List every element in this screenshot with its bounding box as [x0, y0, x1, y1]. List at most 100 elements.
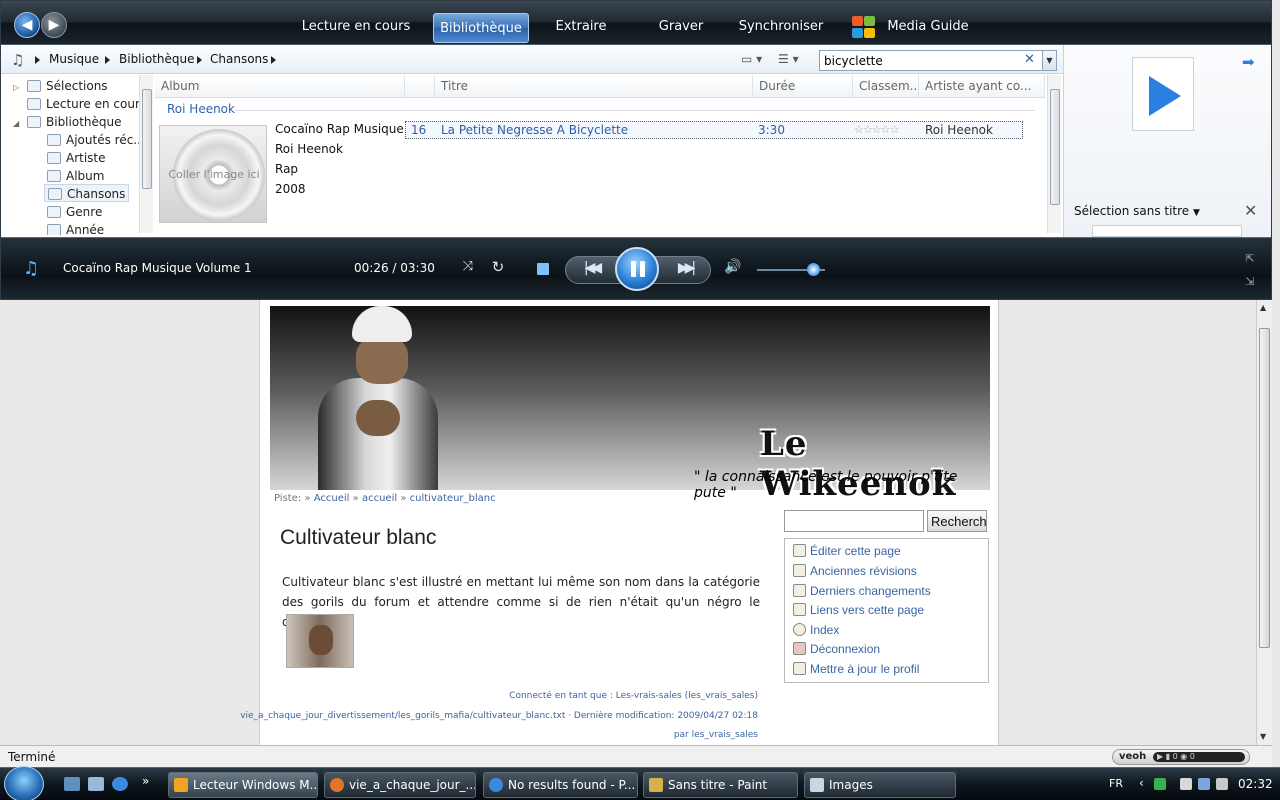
tree-item-now-playing[interactable]: Lecture en cours	[27, 95, 139, 113]
column-track-number[interactable]	[405, 75, 435, 98]
chevron-right-icon[interactable]	[35, 56, 40, 64]
tool-update-profile[interactable]: Mettre à jour le profil	[793, 662, 919, 676]
forward-button[interactable]: ▶	[41, 12, 67, 38]
tree-item-album[interactable]: Album	[47, 167, 104, 185]
article-image[interactable]	[286, 614, 354, 668]
tree-item-genre[interactable]: Genre	[47, 203, 102, 221]
tool-backlinks[interactable]: Liens vers cette page	[793, 603, 924, 617]
rating-stars-icon[interactable]: ☆☆☆☆☆	[854, 123, 899, 136]
wiki-search-input[interactable]	[784, 510, 924, 532]
tree-item-recently-added[interactable]: Ajoutés réc...	[47, 131, 139, 149]
media-player-icon	[174, 778, 188, 792]
trail-link-accueil[interactable]: accueil	[362, 493, 397, 504]
column-contributing-artist[interactable]: Artiste ayant co...	[919, 75, 1045, 98]
language-indicator[interactable]: FR	[1109, 777, 1123, 790]
tray-app-icon[interactable]	[1154, 778, 1166, 790]
search-button[interactable]: Rechercher	[927, 510, 987, 532]
trail-link-home[interactable]: Accueil	[314, 493, 350, 504]
tree-item-songs[interactable]: Chansons	[44, 184, 130, 202]
task-firefox[interactable]: vie_a_chaque_jour_...	[324, 772, 476, 798]
tab-media-guide[interactable]: Media Guide	[847, 12, 977, 42]
column-duration[interactable]: Durée	[753, 75, 853, 98]
switch-to-skin-icon[interactable]: ⇱	[1243, 252, 1257, 265]
tool-edit-page[interactable]: Éditer cette page	[793, 544, 901, 558]
search-dropdown-icon[interactable]: ▼	[1042, 51, 1056, 70]
clock[interactable]: 02:32	[1238, 777, 1273, 791]
chevron-double-right-icon[interactable]: »	[142, 774, 158, 788]
now-playing-art[interactable]	[1132, 57, 1194, 131]
breadcrumb-music[interactable]: Musique	[49, 52, 99, 66]
chevron-right-icon[interactable]	[105, 56, 110, 64]
back-button[interactable]: ◀	[14, 12, 40, 38]
view-list-icon[interactable]: ☰ ▾	[778, 52, 799, 66]
tab-library[interactable]: Bibliothèque	[433, 13, 529, 43]
breadcrumb-songs[interactable]: Chansons	[210, 52, 268, 66]
column-title[interactable]: Titre	[435, 75, 753, 98]
switch-windows-icon[interactable]	[88, 777, 104, 791]
song-list-scrollbar[interactable]	[1047, 75, 1061, 233]
tool-recent-changes[interactable]: Derniers changements	[793, 584, 931, 598]
table-row[interactable]: 16 La Petite Negresse A Bicyclette 3:30 …	[405, 121, 1023, 139]
album-art-placeholder[interactable]: Coller l'image ici	[159, 125, 267, 223]
album-group-header[interactable]: Roi Heenok	[167, 102, 235, 116]
volume-slider-handle[interactable]	[807, 263, 820, 276]
clear-search-icon[interactable]: ✕	[1024, 52, 1038, 67]
task-internet-explorer[interactable]: No results found - P...	[483, 772, 638, 798]
tree-item-playlists[interactable]: ▷ Sélections	[13, 77, 108, 95]
tool-old-revisions[interactable]: Anciennes révisions	[793, 564, 917, 578]
show-desktop-icon[interactable]	[64, 777, 80, 791]
previous-icon[interactable]: |◀◀	[577, 260, 605, 276]
chevron-down-icon[interactable]: ▼	[1193, 208, 1200, 218]
page-scrollbar[interactable]: ▲ ▼	[1256, 300, 1272, 745]
next-icon[interactable]: ▶▶|	[671, 260, 699, 276]
volume-icon[interactable]	[1216, 778, 1228, 790]
task-paint[interactable]: Sans titre - Paint	[643, 772, 798, 798]
pause-button[interactable]	[615, 247, 659, 291]
mini-mode-icon[interactable]: ⇲	[1243, 275, 1257, 288]
network-icon[interactable]	[1198, 778, 1210, 790]
view-options[interactable]: ▭ ▾ ☰ ▾	[741, 52, 813, 68]
close-pane-icon[interactable]: ✕	[1244, 201, 1257, 220]
expand-icon[interactable]: ▷	[13, 79, 23, 97]
playback-time[interactable]: 00:26 / 03:30	[354, 261, 435, 275]
veoh-toolbar[interactable]: veoh ▶ ▮ 0 ◉ 0	[1112, 749, 1250, 765]
tool-index[interactable]: Index	[793, 623, 839, 637]
chevron-right-icon[interactable]	[197, 56, 202, 64]
chevron-right-icon[interactable]	[271, 56, 276, 64]
column-rating[interactable]: Classem...	[853, 75, 919, 98]
shuffle-icon[interactable]: ⤨	[459, 259, 477, 274]
repeat-icon[interactable]: ↻	[489, 258, 507, 276]
tab-sync[interactable]: Synchroniser	[735, 12, 827, 42]
tree-scroll-thumb[interactable]	[142, 89, 152, 189]
tree-item-artist[interactable]: Artiste	[47, 149, 106, 167]
tab-rip[interactable]: Extraire	[546, 12, 616, 42]
stop-icon[interactable]	[537, 263, 549, 275]
tool-logout[interactable]: Déconnexion	[793, 642, 880, 656]
tree-item-library[interactable]: ◢ Bibliothèque	[13, 113, 122, 131]
internet-explorer-icon[interactable]	[112, 777, 128, 791]
trail-link-current[interactable]: cultivateur_blanc	[410, 493, 496, 504]
arrow-right-icon[interactable]: ➡	[1242, 53, 1255, 71]
tree-item-year[interactable]: Année	[47, 221, 104, 235]
playlist-title[interactable]: Sélection sans titre ▼	[1074, 204, 1200, 218]
search-field[interactable]: ✕ ▼	[819, 50, 1057, 71]
tab-burn[interactable]: Graver	[649, 12, 713, 42]
scroll-down-icon[interactable]: ▼	[1260, 732, 1266, 741]
page-scroll-thumb[interactable]	[1259, 328, 1270, 648]
chevron-left-icon[interactable]: ‹	[1139, 776, 1144, 790]
task-media-player[interactable]: Lecteur Windows M...	[168, 772, 318, 798]
site-banner[interactable]: Le Wikeenok " la connaissance est le pou…	[270, 306, 990, 504]
list-scroll-thumb[interactable]	[1050, 89, 1060, 205]
tree-scrollbar[interactable]	[139, 75, 153, 233]
layout-icon[interactable]: ▭ ▾	[741, 52, 762, 66]
collapse-icon[interactable]: ◢	[13, 115, 23, 133]
tab-now-playing[interactable]: Lecture en cours	[297, 12, 415, 42]
scroll-up-icon[interactable]: ▲	[1260, 303, 1266, 312]
volume-icon[interactable]: 🔊	[723, 259, 743, 275]
power-icon[interactable]	[1180, 778, 1192, 790]
start-button[interactable]	[4, 766, 44, 800]
search-input[interactable]	[824, 53, 1024, 69]
breadcrumb-library[interactable]: Bibliothèque	[119, 52, 195, 66]
column-album[interactable]: Album	[155, 75, 405, 98]
task-images-folder[interactable]: Images	[804, 772, 956, 798]
